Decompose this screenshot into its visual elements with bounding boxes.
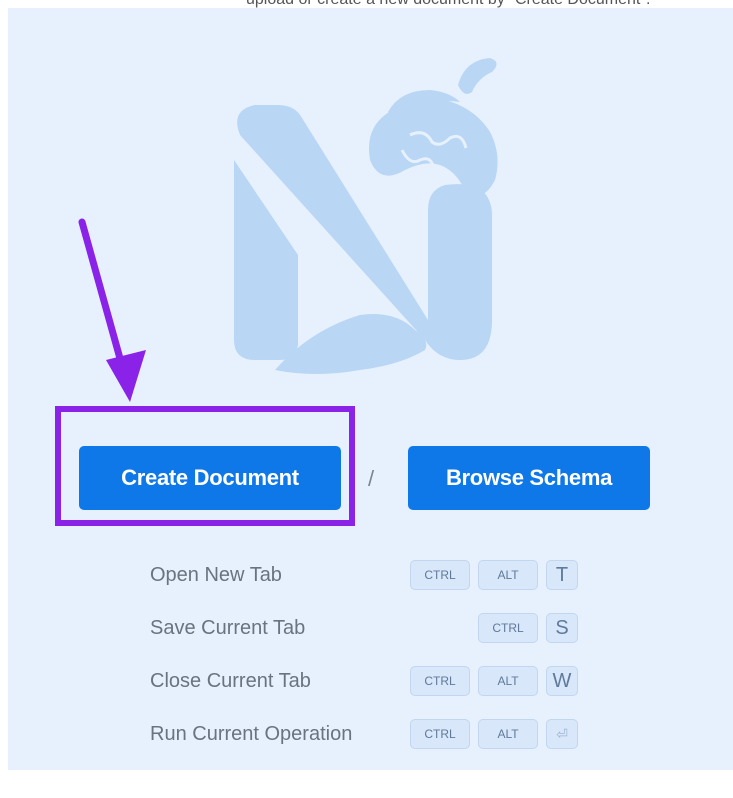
create-document-button[interactable]: Create Document	[79, 446, 341, 510]
action-separator: /	[368, 466, 375, 491]
key-alt: ALT	[478, 560, 538, 590]
shortcut-label: Close Current Tab	[150, 670, 311, 692]
key-ctrl: CTRL	[410, 719, 470, 749]
annotation-arrow-icon	[78, 218, 146, 402]
key-t: T	[546, 560, 578, 590]
key-alt: ALT	[478, 719, 538, 749]
shortcut-open-new-tab: Open New Tab CTRL ALT T	[150, 560, 590, 592]
header-text: upload or create a new document by "Crea…	[246, 0, 650, 8]
shortcut-label: Open New Tab	[150, 564, 282, 586]
shortcut-close-current-tab: Close Current Tab CTRL ALT W	[150, 666, 590, 698]
enter-key-icon: ⏎	[546, 719, 578, 749]
key-alt: ALT	[478, 666, 538, 696]
shortcut-save-current-tab: Save Current Tab CTRL S	[150, 613, 590, 645]
key-w: W	[546, 666, 578, 696]
key-ctrl: CTRL	[410, 560, 470, 590]
shortcut-label: Save Current Tab	[150, 617, 306, 639]
shortcut-run-current-operation: Run Current Operation CTRL ALT ⏎	[150, 719, 590, 751]
key-ctrl: CTRL	[478, 613, 538, 643]
browse-schema-button[interactable]: Browse Schema	[408, 446, 650, 510]
shortcut-label: Run Current Operation	[150, 723, 353, 745]
nosql-logo-icon	[234, 58, 498, 374]
key-ctrl: CTRL	[410, 666, 470, 696]
key-s: S	[546, 613, 578, 643]
